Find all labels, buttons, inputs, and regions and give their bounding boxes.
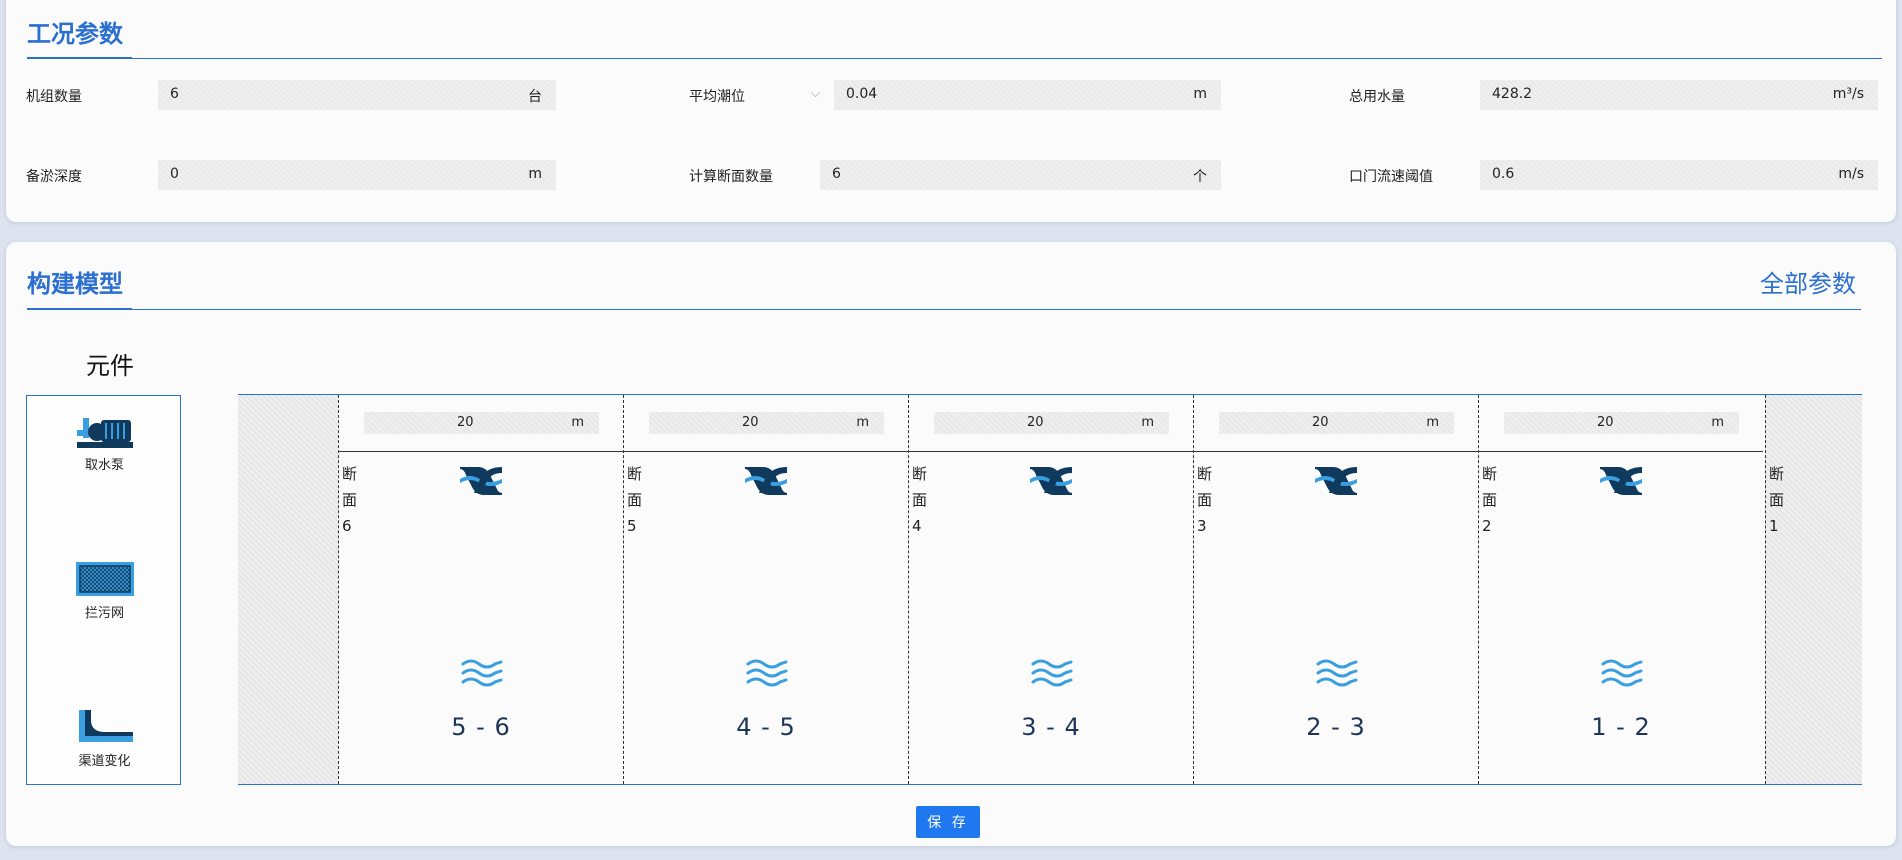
segment-length-unit: m (1711, 415, 1724, 430)
avg-tide-unit: m (1193, 86, 1207, 102)
segment-length-value: 20 (1597, 415, 1614, 430)
segment-length-value: 20 (457, 415, 474, 430)
section-label: 断面3 (1197, 465, 1213, 535)
params-title-underline (27, 57, 132, 59)
segment-length-unit: m (1141, 415, 1154, 430)
water-flow-icon[interactable] (1315, 657, 1359, 693)
water-flow-icon[interactable] (1030, 657, 1074, 693)
section-label: 断面2 (1482, 465, 1498, 535)
column-header: 20 m (1479, 395, 1763, 452)
total-water-field[interactable]: 428.2 m³/s (1480, 80, 1878, 110)
section-column: 20 m 断面 6 5 - 6 (338, 395, 623, 784)
inlet-velocity-label: 口门流速阈值 (1349, 169, 1433, 185)
section-column: 20 m 断面 4 3 - 4 (908, 395, 1193, 784)
component-pump[interactable]: 取水泵 (27, 412, 182, 473)
unit-count-value: 6 (170, 86, 179, 102)
total-water-unit: m³/s (1832, 86, 1864, 102)
component-channel-change[interactable]: 渠道变化 (27, 708, 182, 769)
water-flow-icon[interactable] (1600, 657, 1644, 693)
total-water-label: 总用水量 (1349, 89, 1405, 105)
column-header: 20 m (624, 395, 908, 452)
inlet-velocity-unit: m/s (1838, 166, 1864, 182)
model-canvas[interactable]: 20 m 断面 6 5 - 6 20 m 断面 5 4 - 5 20 m 断面 4 3 - 4 20 m 断面 3 2… (238, 394, 1862, 785)
section-column: 20 m 断面 2 1 - 2 (1478, 395, 1763, 784)
section-column: 20 m 断面 3 2 - 3 (1193, 395, 1478, 784)
trash-screen-icon (27, 560, 182, 598)
segment-length-value: 20 (1312, 415, 1329, 430)
silt-depth-value: 0 (170, 166, 179, 182)
segment-length-unit: m (571, 415, 584, 430)
component-trash-screen[interactable]: 拦污网 (27, 560, 182, 621)
avg-tide-label: 平均潮位 (689, 89, 745, 105)
segment-range-label: 1 - 2 (1591, 713, 1651, 741)
segment-range-label: 2 - 3 (1306, 713, 1366, 741)
segment-range-label: 5 - 6 (451, 713, 511, 741)
water-flow-icon[interactable] (745, 657, 789, 693)
segment-length-value: 20 (1027, 415, 1044, 430)
section-1-label: 断 面 1 (1769, 465, 1785, 535)
column-header: 20 m (339, 395, 623, 452)
cross-section-icon[interactable] (460, 465, 502, 499)
params-card: 工况参数 机组数量 6 台 平均潮位 ⌵ 0.04 m 总用水量 428.2 m… (6, 0, 1896, 222)
section-count-label: 计算断面数量 (689, 169, 773, 185)
model-title-divider (27, 309, 1861, 310)
unit-count-label: 机组数量 (26, 89, 82, 105)
section-label: 断面6 (342, 465, 358, 535)
section-column: 20 m 断面 5 4 - 5 (623, 395, 908, 784)
section-count-value: 6 (832, 166, 841, 182)
section-count-unit: 个 (1193, 169, 1207, 185)
cross-section-icon[interactable] (1600, 465, 1642, 499)
segment-length-field[interactable]: 20 m (1219, 412, 1454, 434)
segment-range-label: 3 - 4 (1021, 713, 1081, 741)
all-params-link[interactable]: 全部参数 (1760, 264, 1856, 299)
components-palette: 取水泵 拦污网 渠道变化 (26, 395, 181, 785)
component-trash-screen-label: 拦污网 (84, 606, 124, 621)
model-title-underline (27, 308, 132, 310)
silt-depth-unit: m (528, 166, 542, 182)
segment-length-unit: m (856, 415, 869, 430)
segment-length-field[interactable]: 20 m (649, 412, 884, 434)
component-channel-change-label: 渠道变化 (78, 754, 131, 769)
segment-length-field[interactable]: 20 m (1504, 412, 1739, 434)
params-title-divider (27, 58, 1882, 59)
total-water-value: 428.2 (1492, 86, 1533, 102)
section-label: 断面5 (627, 465, 643, 535)
silt-depth-field[interactable]: 0 m (158, 160, 556, 190)
model-section-title: 构建模型 (27, 270, 123, 298)
cross-section-icon[interactable] (1315, 465, 1357, 499)
section-label: 断面4 (912, 465, 928, 535)
model-card: 构建模型 全部参数 元件 取水泵 拦污网 渠道变化 20 m 断 面 6 5 -… (6, 242, 1896, 846)
avg-tide-value: 0.04 (846, 86, 878, 102)
chevron-down-icon[interactable]: ⌵ (811, 86, 820, 101)
save-button[interactable]: 保 存 (916, 806, 980, 838)
unit-count-field[interactable]: 6 台 (158, 80, 556, 110)
avg-tide-field[interactable]: 0.04 m (834, 80, 1221, 110)
pump-icon (27, 412, 182, 450)
segment-length-field[interactable]: 20 m (934, 412, 1169, 434)
segment-length-unit: m (1426, 415, 1439, 430)
segment-range-label: 4 - 5 (736, 713, 796, 741)
params-section-title: 工况参数 (27, 20, 123, 48)
column-header: 20 m (909, 395, 1193, 452)
left-boundary-hatch (238, 395, 338, 784)
section-1-column: 断 面 1 (1765, 395, 1862, 784)
segment-length-field[interactable]: 20 m (364, 412, 599, 434)
column-header: 20 m (1194, 395, 1478, 452)
components-title: 元件 (86, 352, 134, 380)
silt-depth-label: 备淤深度 (26, 169, 82, 185)
unit-count-unit: 台 (528, 89, 542, 105)
segment-length-value: 20 (742, 415, 759, 430)
inlet-velocity-value: 0.6 (1492, 166, 1515, 182)
cross-section-icon[interactable] (745, 465, 787, 499)
section-count-field[interactable]: 6 个 (820, 160, 1221, 190)
component-pump-label: 取水泵 (84, 458, 124, 473)
water-flow-icon[interactable] (460, 657, 504, 693)
inlet-velocity-field[interactable]: 0.6 m/s (1480, 160, 1878, 190)
channel-change-icon (27, 708, 182, 746)
cross-section-icon[interactable] (1030, 465, 1072, 499)
